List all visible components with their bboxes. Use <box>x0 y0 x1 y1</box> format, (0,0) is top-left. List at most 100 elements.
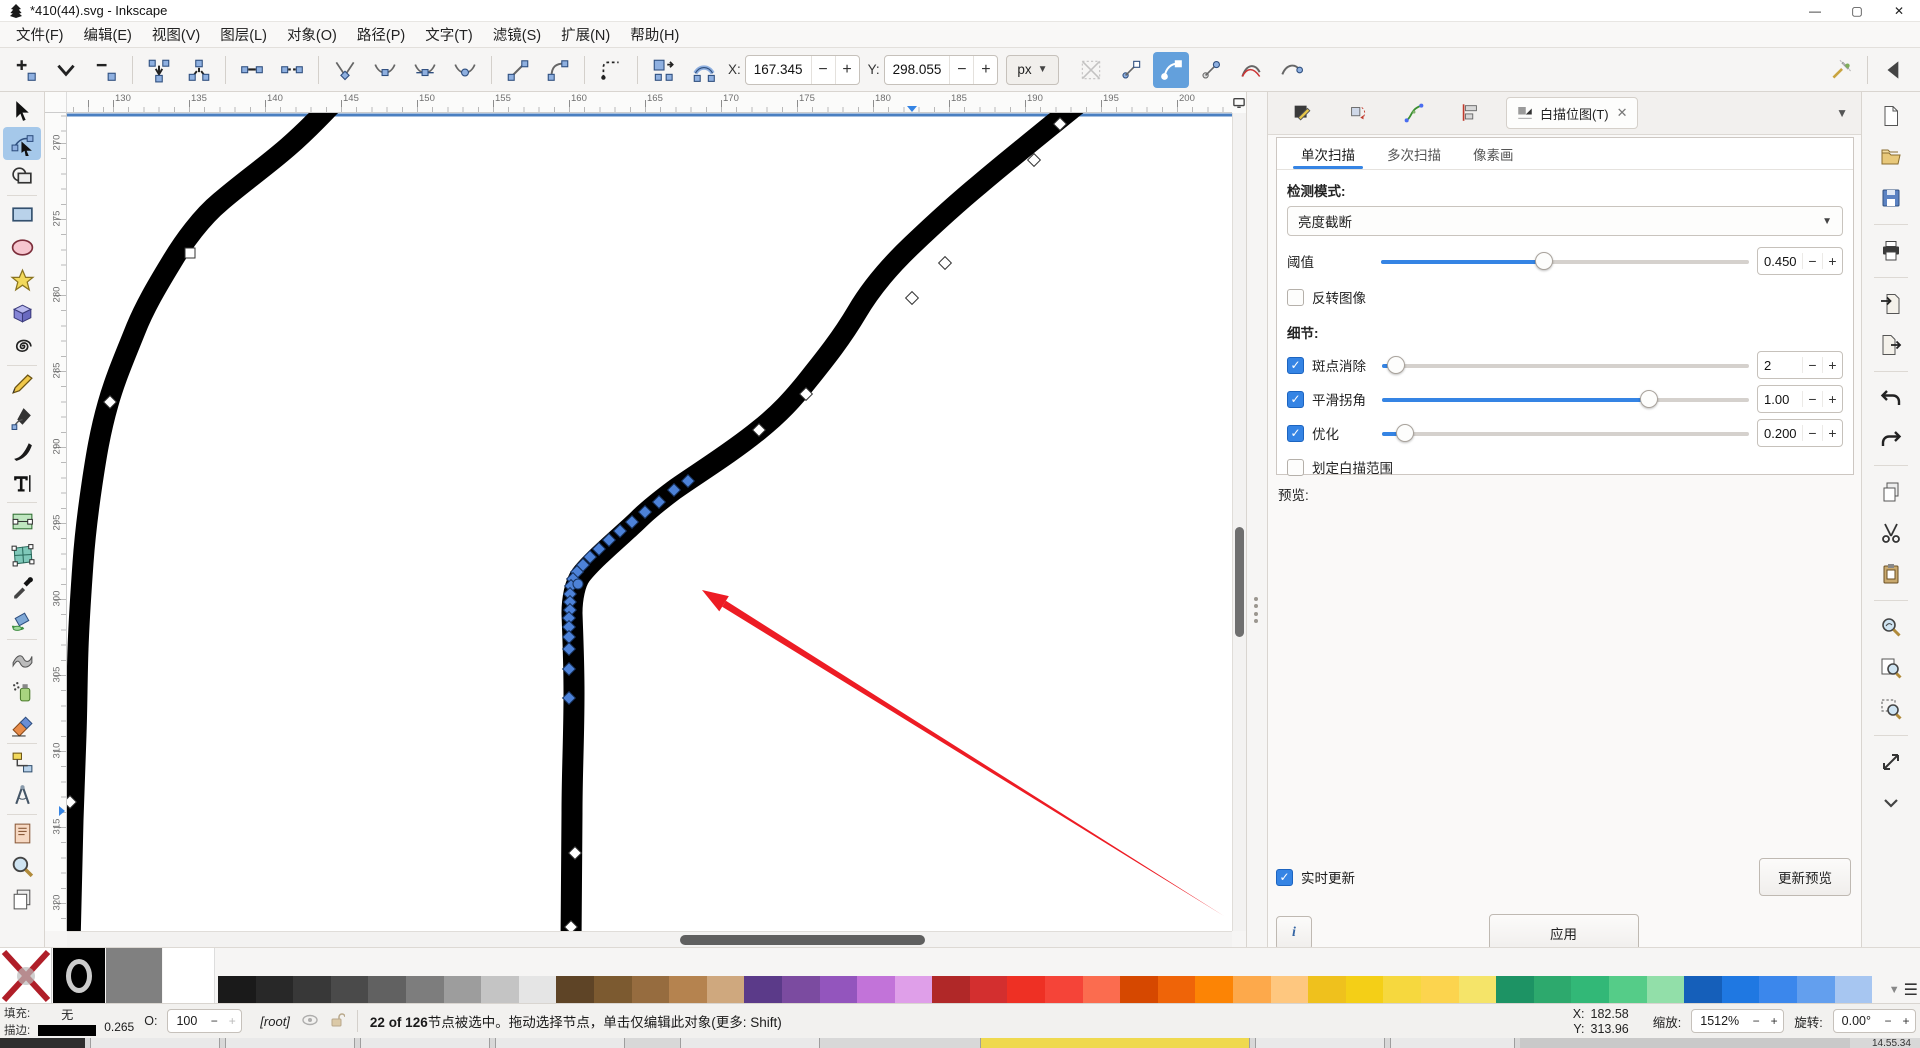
show-path-outline-toggle[interactable] <box>1233 52 1269 88</box>
stroke-width-value[interactable]: 0.265 <box>104 1020 134 1034</box>
update-preview-button[interactable]: 更新预览 <box>1759 858 1851 896</box>
menu-item-layer[interactable]: 图层(L) <box>210 21 277 48</box>
vertical-ruler[interactable]: 270275280285290295300305310315320 <box>45 113 67 931</box>
palette-swatch[interactable] <box>1158 976 1196 1004</box>
tool-mesh-gradient[interactable] <box>3 538 41 571</box>
palette-swatch[interactable] <box>1271 976 1309 1004</box>
tool-pages[interactable] <box>3 883 41 916</box>
speckles-spinbox[interactable]: 2 −+ <box>1757 351 1843 379</box>
tool-node-editor[interactable] <box>3 127 41 160</box>
menu-item-edit[interactable]: 编辑(E) <box>74 21 142 48</box>
invert-image-checkbox[interactable] <box>1287 289 1304 306</box>
palette-swatch[interactable] <box>444 976 482 1004</box>
speckles-checkbox[interactable]: ✓ <box>1287 357 1304 374</box>
palette-swatch[interactable] <box>632 976 670 1004</box>
stroke-to-path-button[interactable] <box>686 52 722 88</box>
zoom-selection-button[interactable] <box>1871 691 1911 727</box>
palette-swatch[interactable] <box>707 976 745 1004</box>
zoom-spinbox[interactable]: 1512% − + <box>1691 1009 1784 1033</box>
info-button[interactable]: i <box>1276 916 1312 950</box>
palette-swatch[interactable] <box>1120 976 1158 1004</box>
menu-item-file[interactable]: 文件(F) <box>6 21 74 48</box>
menu-item-filters[interactable]: 滤镜(S) <box>483 21 551 48</box>
palette-swatch[interactable] <box>1346 976 1384 1004</box>
y-coordinate-input[interactable]: 298.055 <box>885 62 950 77</box>
save-document-button[interactable] <box>1871 180 1911 216</box>
node-symmetric-button[interactable] <box>407 52 443 88</box>
close-button[interactable]: ✕ <box>1878 0 1920 22</box>
rotation-increment[interactable]: + <box>1897 1014 1915 1028</box>
scan-tab-1[interactable]: 多次扫描 <box>1373 138 1455 169</box>
palette-swatch[interactable] <box>1759 976 1797 1004</box>
delete-segment-button[interactable] <box>274 52 310 88</box>
close-icon[interactable]: ✕ <box>1617 105 1628 121</box>
segment-line-button[interactable] <box>500 52 536 88</box>
palette-swatch[interactable] <box>481 976 519 1004</box>
optimize-increment[interactable]: + <box>1822 425 1842 441</box>
break-nodes-button[interactable] <box>181 52 217 88</box>
show-transform-handles-toggle[interactable] <box>1073 52 1109 88</box>
maximize-button[interactable]: ▢ <box>1836 0 1878 22</box>
undo-button[interactable] <box>1871 380 1911 416</box>
print-button[interactable] <box>1871 233 1911 269</box>
tool-bezier-pen[interactable] <box>3 401 41 434</box>
zoom-drawing-button[interactable] <box>1871 609 1911 645</box>
palette-swatch[interactable] <box>218 976 256 1004</box>
dock-tab-path-effects[interactable] <box>1386 96 1442 130</box>
tool-shape-builder[interactable] <box>3 160 41 193</box>
palette-swatch[interactable] <box>932 976 970 1004</box>
rotation-decrement[interactable]: − <box>1879 1014 1897 1028</box>
palette-swatch[interactable] <box>519 976 557 1004</box>
dock-menu-chevron[interactable]: ▼ <box>1828 102 1856 124</box>
path-node-smooth[interactable] <box>185 248 195 258</box>
white-swatch[interactable] <box>163 948 215 1004</box>
menu-item-path[interactable]: 路径(P) <box>347 21 415 48</box>
palette-swatch[interactable] <box>1534 976 1572 1004</box>
smooth-increment[interactable]: + <box>1822 391 1842 407</box>
open-document-button[interactable] <box>1871 139 1911 175</box>
smooth-decrement[interactable]: − <box>1802 391 1822 407</box>
next-path-effect-parameter-toggle[interactable] <box>1273 52 1309 88</box>
unit-selector[interactable]: px ▼ <box>1006 55 1058 85</box>
export-button[interactable] <box>1871 327 1911 363</box>
palette-swatch[interactable] <box>1233 976 1271 1004</box>
path-node[interactable] <box>906 292 919 305</box>
threshold-spinbox[interactable]: 0.450 −+ <box>1757 247 1843 275</box>
snap-options-button[interactable] <box>1823 52 1859 88</box>
rotation-spinbox[interactable]: 0.00° − + <box>1833 1009 1916 1033</box>
show-bezier-handles-toggle[interactable] <box>1153 52 1189 88</box>
palette-swatch[interactable] <box>744 976 782 1004</box>
traced-path-main[interactable] <box>571 113 1079 931</box>
palette-swatch[interactable] <box>857 976 895 1004</box>
stroke-color-swatch[interactable] <box>53 948 105 1004</box>
speckles-increment[interactable]: + <box>1822 357 1842 373</box>
palette-swatch[interactable] <box>1045 976 1083 1004</box>
menu-item-extensions[interactable]: 扩展(N) <box>551 21 620 48</box>
opacity-spinbox[interactable]: 100 − + <box>167 1009 242 1033</box>
path-node-selected-round[interactable] <box>573 579 583 589</box>
tool-rectangle[interactable] <box>3 198 41 231</box>
palette-swatch[interactable] <box>1496 976 1534 1004</box>
trace-area-checkbox[interactable] <box>1287 459 1304 476</box>
zoom-increment[interactable]: + <box>1765 1014 1783 1028</box>
palette-swatch[interactable] <box>1647 976 1685 1004</box>
palette-swatch[interactable] <box>820 976 858 1004</box>
palette-swatch[interactable] <box>1308 976 1346 1004</box>
optimize-slider[interactable] <box>1382 424 1749 442</box>
vertical-scrollbar[interactable] <box>1232 113 1246 931</box>
tool-box-3d[interactable] <box>3 297 41 330</box>
palette-swatch[interactable] <box>1083 976 1121 1004</box>
no-color-swatch[interactable] <box>0 948 52 1004</box>
optimize-spinbox[interactable]: 0.200 −+ <box>1757 419 1843 447</box>
layer-indicator[interactable]: [root] <box>260 1014 290 1029</box>
palette-swatch[interactable] <box>1421 976 1459 1004</box>
paste-button[interactable] <box>1871 556 1911 592</box>
speckles-decrement[interactable]: − <box>1802 357 1822 373</box>
snap-bar-collapse-arrow[interactable] <box>1876 52 1912 88</box>
more-commands-button[interactable] <box>1871 785 1911 821</box>
x-increment-button[interactable]: + <box>835 55 859 85</box>
fill-value[interactable]: 无 <box>38 1006 96 1023</box>
tool-measure[interactable] <box>3 779 41 812</box>
smooth-corners-spinbox[interactable]: 1.00 −+ <box>1757 385 1843 413</box>
palette-swatch[interactable] <box>1835 976 1873 1004</box>
